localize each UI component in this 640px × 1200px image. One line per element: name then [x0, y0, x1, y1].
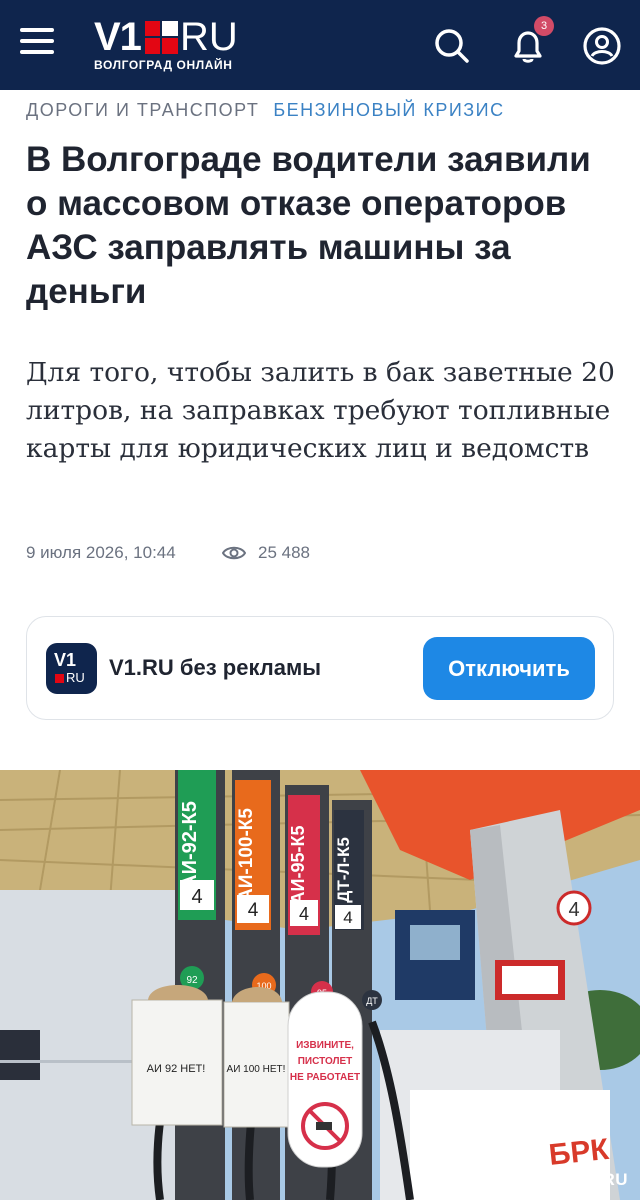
nozzle-diesel: ДТ [366, 996, 378, 1006]
menu-icon[interactable] [20, 28, 56, 62]
nozzle-92: 92 [186, 975, 198, 986]
pump-number-4: 4 [343, 908, 352, 927]
sign-no-100: АИ 100 НЕТ! [227, 1064, 286, 1075]
pump-number-3: 4 [299, 904, 309, 924]
rubric-fuel-crisis[interactable]: БЕНЗИНОВЫЙ КРИЗИС [273, 100, 504, 124]
sign-sorry-line1: ИЗВИНИТЕ, [296, 1040, 354, 1051]
article-photo[interactable]: 4 БРК АИ-92-К5 4 АИ-100-К5 4 АИ-95-К5 4 [0, 770, 640, 1200]
publish-date: 9 июля 2026, 10:44 [26, 543, 176, 562]
promo-text: V1.RU без рекламы [109, 655, 322, 680]
logo-square-mark [144, 20, 178, 54]
promo-logo-ru: RU [66, 670, 85, 685]
promo-logo-v1: V1 [54, 650, 77, 670]
dispenser-brand: БРК [547, 1133, 611, 1172]
logo-ru: RU [179, 15, 238, 59]
pump-number-1: 4 [191, 886, 202, 908]
pump-label-100: АИ-100-К5 [236, 808, 257, 902]
column-number: 4 [568, 899, 579, 921]
v1-app-icon: V1 RU [46, 643, 97, 694]
notifications-badge: 3 [534, 16, 554, 36]
article-meta: 9 июля 2026, 10:44 25 488 [26, 540, 310, 566]
eye-icon [222, 546, 246, 560]
logo-subtitle: ВОЛГОГРАД ОНЛАЙН [94, 58, 233, 72]
logo-v1: V1 [94, 15, 142, 59]
disable-ads-button[interactable]: Отключить [423, 637, 595, 700]
sign-sorry-line2: ПИСТОЛЕТ [298, 1056, 353, 1067]
photo-watermark: CHITA.RU [544, 1170, 628, 1189]
no-ads-promo-card: V1 RU V1.RU без рекламы Отключить [26, 616, 614, 720]
top-bar: V1 RU ВОЛГОГРАД ОНЛАЙН 3 [0, 0, 640, 90]
article-rubrics: ДОРОГИ И ТРАНСПОРТ БЕНЗИНОВЫЙ КРИЗИС [26, 100, 505, 124]
pump-label-92: АИ-92-К5 [179, 801, 201, 889]
sign-sorry-line3: НЕ РАБОТАЕТ [290, 1072, 360, 1083]
promo-logo-square [55, 674, 64, 683]
user-profile-icon[interactable] [580, 24, 624, 68]
search-icon[interactable] [430, 24, 474, 68]
article-lead: Для того, чтобы залить в бак заветные 20… [26, 357, 615, 464]
site-logo[interactable]: V1 RU ВОЛГОГРАД ОНЛАЙН [94, 15, 284, 74]
views-count: 25 488 [258, 543, 310, 562]
gas-station-photo: 4 БРК АИ-92-К5 4 АИ-100-К5 4 АИ-95-К5 4 [0, 770, 640, 1200]
pump-label-diesel: ДТ-Л-К5 [334, 837, 353, 903]
rubric-roads-transport[interactable]: ДОРОГИ И ТРАНСПОРТ [26, 100, 259, 124]
pump-number-2: 4 [248, 900, 259, 921]
sign-no-92: АИ 92 НЕТ! [147, 1063, 206, 1075]
views-counter: 25 488 [222, 543, 310, 563]
pump-label-95: АИ-95-К5 [288, 826, 308, 905]
article-title: В Волгограде водители заявили о массовом… [26, 140, 591, 311]
